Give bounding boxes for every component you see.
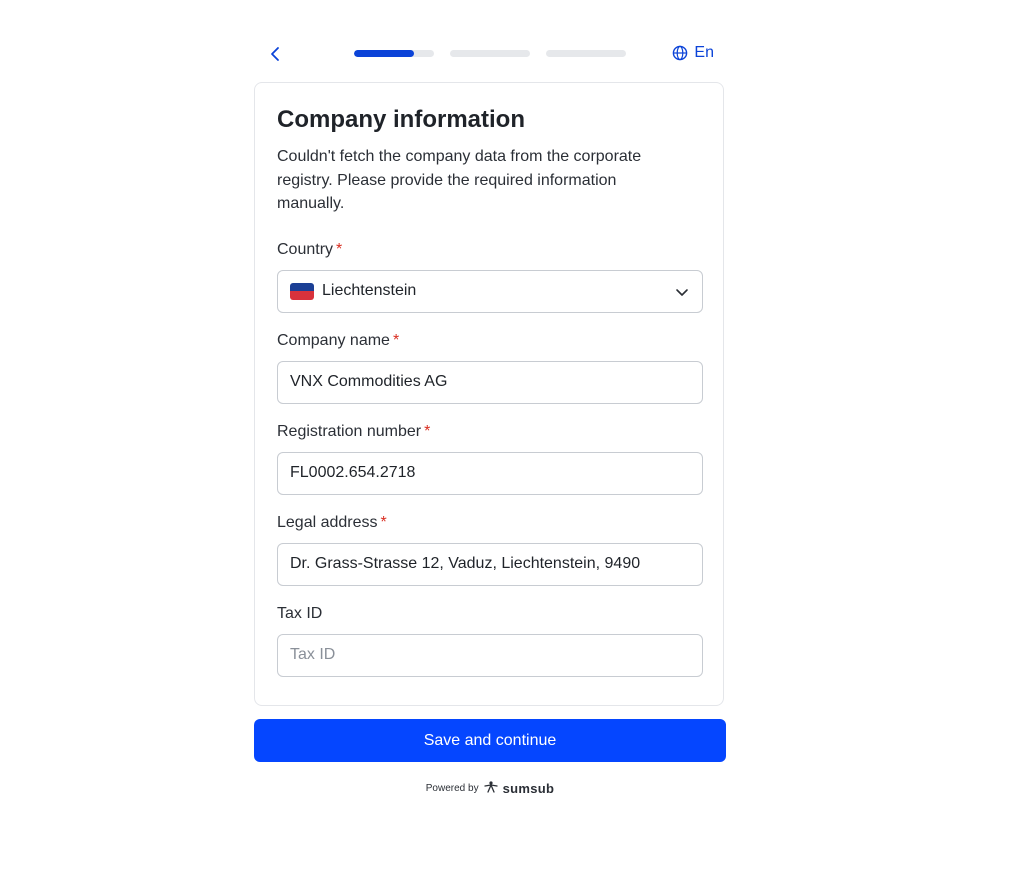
country-label-text: Country <box>277 240 334 258</box>
progress-step-1 <box>354 50 434 57</box>
legal-address-value: Dr. Grass-Strasse 12, Vaduz, Liechtenste… <box>290 555 641 572</box>
progress-step-1-fill <box>354 50 414 57</box>
registration-number-field: Registration number * FL0002.654.2718 <box>277 422 703 495</box>
liechtenstein-flag-icon <box>290 282 314 300</box>
page-subtitle: Couldn't fetch the company data from the… <box>277 148 642 212</box>
required-mark: * <box>380 513 387 531</box>
sumsub-logo-icon <box>483 780 499 797</box>
back-button[interactable] <box>266 42 286 66</box>
powered-by-label: Powered by <box>425 783 479 794</box>
tax-id-placeholder: Tax ID <box>290 646 336 663</box>
globe-icon <box>672 45 688 61</box>
tax-id-label-text: Tax ID <box>277 604 323 622</box>
tax-id-input[interactable]: Tax ID <box>277 633 703 677</box>
country-select[interactable]: Liechtenstein <box>277 269 703 313</box>
registration-number-label-text: Registration number <box>277 422 422 440</box>
country-value: Liechtenstein <box>322 282 417 299</box>
tax-id-field: Tax ID Tax ID <box>277 604 703 677</box>
chevron-down-icon <box>674 284 690 305</box>
legal-address-label-text: Legal address <box>277 513 378 531</box>
sumsub-brand: sumsub <box>502 781 555 796</box>
registration-number-input[interactable]: FL0002.654.2718 <box>277 451 703 495</box>
registration-number-label: Registration number * <box>277 422 701 442</box>
company-name-label: Company name * <box>277 331 701 351</box>
required-mark: * <box>336 240 343 258</box>
chevron-left-icon <box>266 42 286 66</box>
country-label: Country * <box>277 240 701 260</box>
progress-step-2 <box>450 50 530 57</box>
company-name-label-text: Company name <box>277 331 390 349</box>
legal-address-label: Legal address * <box>277 513 701 533</box>
powered-by: Powered by sumsub <box>0 780 980 797</box>
registration-number-value: FL0002.654.2718 <box>290 464 416 481</box>
company-name-field: Company name * VNX Commodities AG <box>277 331 703 404</box>
tax-id-label: Tax ID <box>277 604 701 624</box>
language-label: En <box>694 44 714 61</box>
country-field: Country * Liechtenstein <box>277 240 703 313</box>
progress-step-3 <box>546 50 626 57</box>
top-bar: En <box>254 40 726 70</box>
company-info-card: Company information Couldn't fetch the c… <box>254 82 724 706</box>
company-name-value: VNX Commodities AG <box>290 373 448 390</box>
required-mark: * <box>392 331 400 349</box>
legal-address-input[interactable]: Dr. Grass-Strasse 12, Vaduz, Liechtenste… <box>277 542 703 586</box>
page-title: Company information <box>277 106 526 133</box>
company-name-input[interactable]: VNX Commodities AG <box>277 360 703 404</box>
required-mark: * <box>424 422 431 440</box>
step-progress <box>354 50 626 57</box>
language-selector[interactable]: En <box>672 44 714 62</box>
save-and-continue-button[interactable]: Save and continue <box>254 719 726 762</box>
legal-address-field: Legal address * Dr. Grass-Strasse 12, Vad… <box>277 513 703 586</box>
